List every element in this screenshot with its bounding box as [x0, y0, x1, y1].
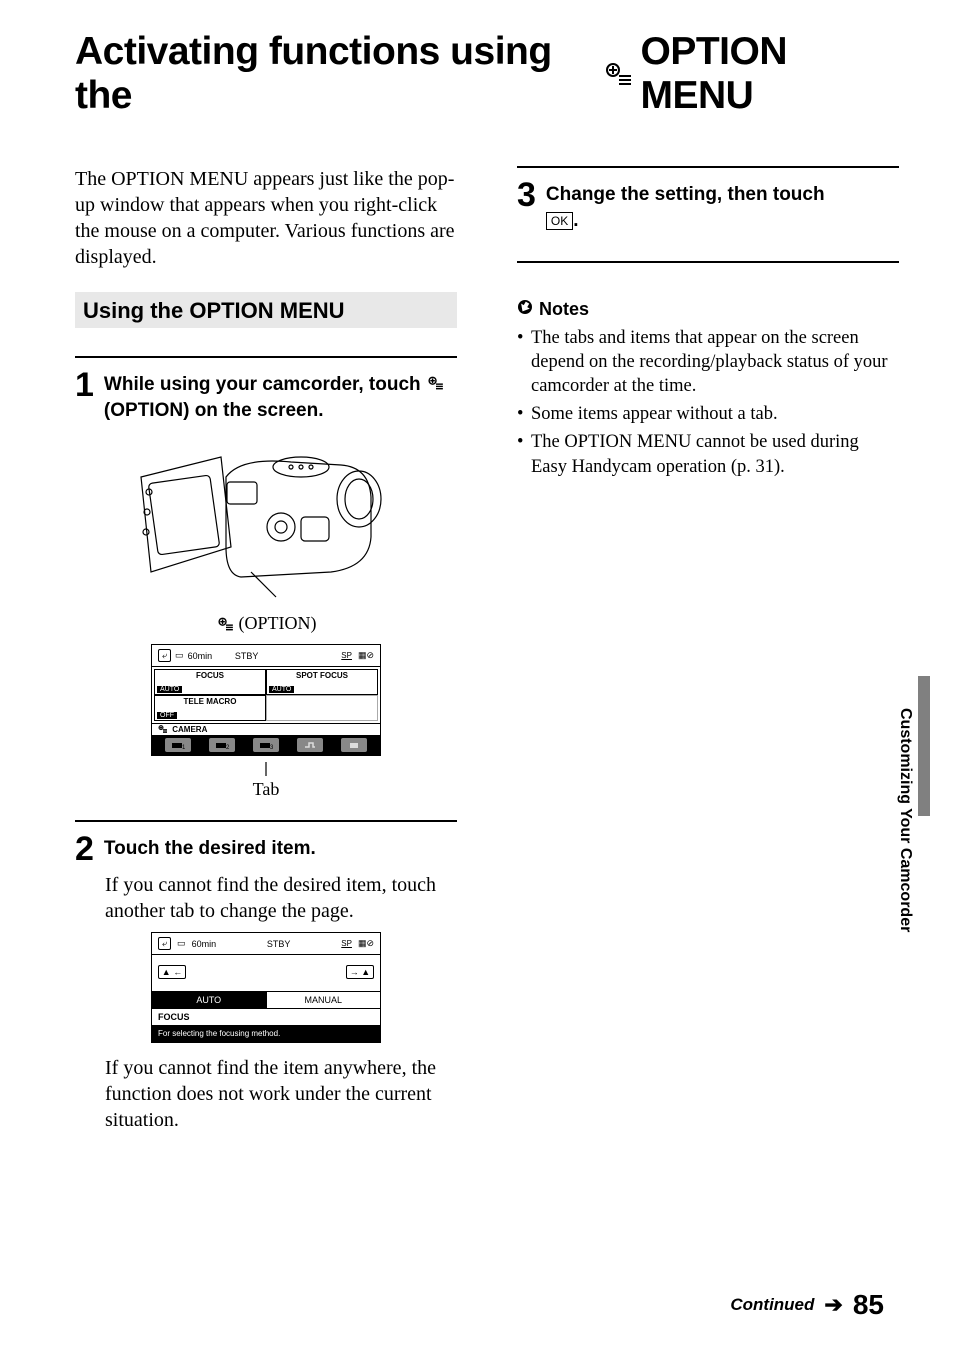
- side-tab-label: Customizing Your Camcorder: [896, 708, 914, 932]
- tab-5: [341, 738, 367, 752]
- battery-icon: ▭: [175, 650, 184, 661]
- camcorder-illustration: [131, 437, 401, 607]
- sp-icon: SP: [341, 939, 352, 948]
- option-menu-icon: [218, 617, 234, 631]
- page-number: 85: [853, 1289, 884, 1321]
- tape-icon: ▦⊘: [358, 938, 374, 949]
- notes-item: The OPTION MENU cannot be used during Ea…: [517, 430, 899, 478]
- lcd-screen-option-menu: ⤶ ▭ 60min STBY SP ▦⊘ FOCUS AUTO SPOT: [151, 644, 381, 756]
- step-2-body1: If you cannot find the desired item, tou…: [105, 872, 457, 924]
- battery-time: 60min: [188, 651, 213, 661]
- option-menu-icon: [605, 62, 633, 86]
- lcd-screen-focus: ⤶ ▭ 60min STBY SP ▦⊘ ▲ ← → ▲ AUTO MANUAL…: [151, 932, 381, 1043]
- title-part1: Activating functions using the: [75, 30, 597, 118]
- svg-text:1: 1: [182, 745, 185, 749]
- battery-icon: ▭: [177, 938, 186, 949]
- menu-item-empty: [266, 695, 378, 721]
- step-2-number: 2: [75, 832, 94, 866]
- nav-near-icon: ▲ ←: [158, 965, 186, 979]
- camera-label: CAMERA: [152, 724, 380, 735]
- mode-manual: MANUAL: [267, 992, 381, 1008]
- step-3-number: 3: [517, 178, 536, 212]
- ok-button-icon: OK: [546, 212, 573, 230]
- section-side-tab: Customizing Your Camcorder: [896, 560, 930, 932]
- side-tab-bar: [918, 676, 930, 816]
- step-1: 1 While using your camcorder, touch: [75, 356, 457, 800]
- focus-label: FOCUS: [152, 1008, 380, 1025]
- notes-header: Notes: [517, 299, 899, 320]
- notes-list: The tabs and items that appear on the sc…: [517, 326, 899, 478]
- continued-arrow-icon: ➔: [824, 1292, 842, 1318]
- tape-icon: ▦⊘: [358, 650, 374, 661]
- menu-item-tele-macro: TELE MACRO OFF: [154, 695, 266, 721]
- tab-caption: Tab: [75, 779, 457, 800]
- svg-text:3: 3: [270, 745, 273, 749]
- tab-2: 2: [209, 738, 235, 752]
- step-3: 3 Change the setting, then touch OK.: [517, 166, 899, 233]
- focus-description: For selecting the focusing method.: [152, 1025, 380, 1042]
- svg-text:2: 2: [226, 745, 229, 749]
- step-1-text: While using your camcorder, touch (OPTIO…: [104, 372, 457, 423]
- option-menu-icon: [428, 376, 444, 390]
- record-status: STBY: [235, 651, 259, 661]
- menu-item-spot-focus: SPOT FOCUS AUTO: [266, 669, 378, 695]
- intro-text: The OPTION MENU appears just like the po…: [75, 166, 457, 270]
- back-icon: ⤶: [158, 649, 171, 662]
- tab-3: 3: [253, 738, 279, 752]
- sp-icon: SP: [341, 651, 352, 660]
- mode-auto: AUTO: [152, 992, 267, 1008]
- record-status: STBY: [222, 939, 335, 949]
- step-3-text: Change the setting, then touch OK.: [546, 182, 825, 233]
- tab-1: 1: [165, 738, 191, 752]
- tab-4: [297, 738, 323, 752]
- battery-time: 60min: [192, 939, 217, 949]
- illustration-caption: (OPTION): [75, 613, 457, 634]
- step-2-body2: If you cannot find the item anywhere, th…: [105, 1055, 457, 1133]
- page-footer: Continued ➔ 85: [730, 1289, 884, 1321]
- continued-label: Continued: [730, 1295, 814, 1315]
- step-2-text: Touch the desired item.: [104, 836, 316, 862]
- step-1-number: 1: [75, 368, 94, 402]
- notes-item: The tabs and items that appear on the sc…: [517, 326, 899, 398]
- notes-item: Some items appear without a tab.: [517, 402, 899, 426]
- back-icon: ⤶: [158, 937, 171, 950]
- nav-far-icon: → ▲: [346, 965, 374, 979]
- menu-item-focus: FOCUS AUTO: [154, 669, 266, 695]
- step-2: 2 Touch the desired item. If you cannot …: [75, 820, 457, 1133]
- page-title: Activating functions using the OPTION ME…: [75, 30, 899, 118]
- notes-icon: [517, 299, 533, 320]
- title-part2: OPTION MENU: [641, 30, 900, 118]
- section-header: Using the OPTION MENU: [75, 292, 457, 328]
- tab-bar: 1 2 3: [152, 735, 380, 755]
